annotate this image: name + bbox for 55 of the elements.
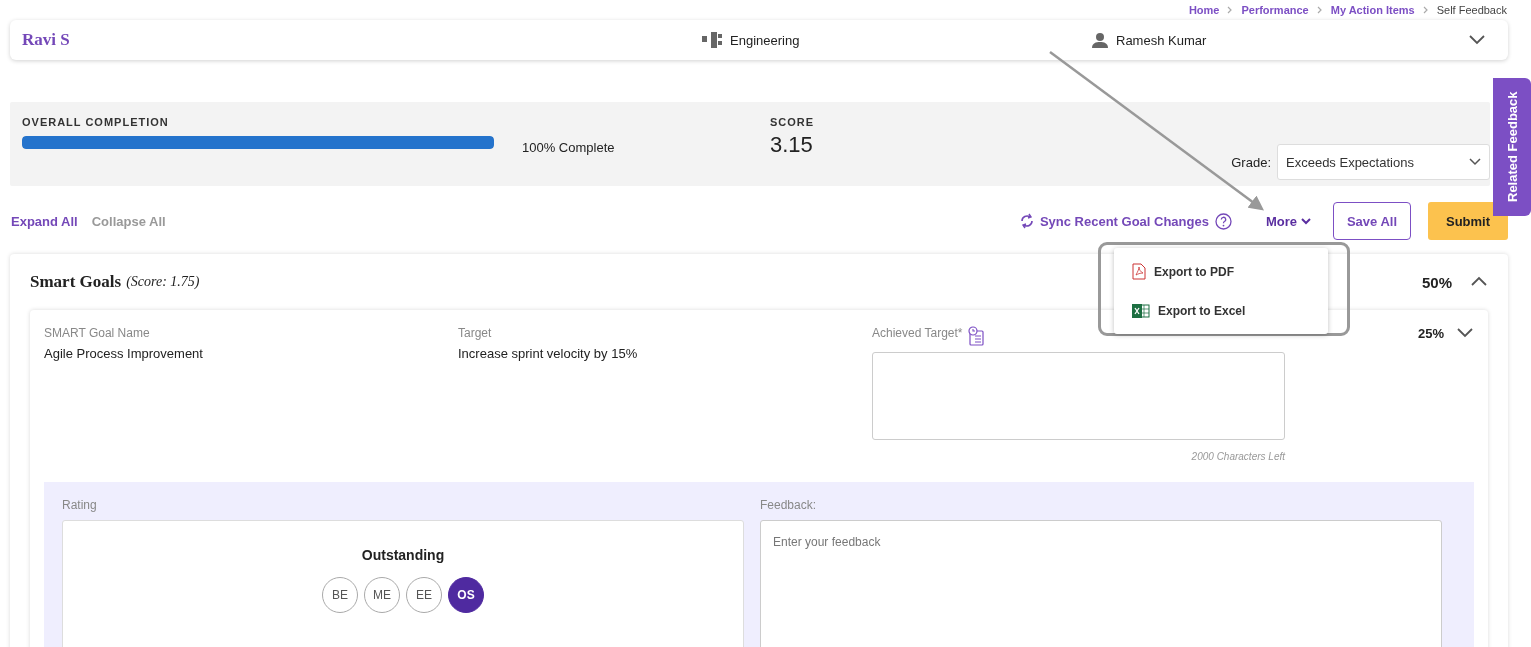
goal-percent: 25% xyxy=(1417,326,1444,343)
completion-reading: 100% Complete xyxy=(522,140,616,157)
rating-label: Rating xyxy=(62,498,98,512)
rating-option[interactable]: OS xyxy=(448,577,484,613)
chevron-icon[interactable] xyxy=(1456,327,1474,338)
grade-label: Grade: xyxy=(1231,154,1271,170)
employee-name: Ravi S xyxy=(22,30,71,50)
section-percent: 50% xyxy=(1421,273,1452,291)
field-label: Target xyxy=(458,326,493,340)
help-icon[interactable] xyxy=(1214,212,1232,230)
feedback-label: Feedback: xyxy=(760,498,818,512)
caret-icon xyxy=(1301,217,1311,225)
expand-all-link[interactable]: Expand All xyxy=(11,213,78,229)
more-button[interactable]: More xyxy=(1265,213,1311,229)
related-feedback-tab[interactable]: Related Feedback xyxy=(1493,78,1531,216)
chevron-icon xyxy=(1469,158,1481,166)
achieved-target-field[interactable] xyxy=(872,352,1285,440)
separator-icon xyxy=(1227,6,1234,14)
grade-select[interactable]: Exceeds Expectations xyxy=(1277,144,1490,180)
breadcrumb-link[interactable]: My Action Items xyxy=(1330,4,1415,16)
goal-target: Increase sprint velocity by 15% xyxy=(458,346,639,361)
rating-option[interactable]: BE xyxy=(322,577,358,613)
section-title: Smart Goals xyxy=(30,272,122,292)
breadcrumb-link[interactable]: Performance xyxy=(1241,4,1309,16)
characters-left: 2000 Characters Left xyxy=(1190,451,1285,462)
manager-name: Ramesh Kumar xyxy=(1116,32,1207,48)
chevron-icon[interactable] xyxy=(1468,33,1486,45)
department: Engineering xyxy=(730,32,800,48)
goal-name: Agile Process Improvement xyxy=(44,346,204,361)
chevron-icon[interactable] xyxy=(1470,275,1488,287)
sync-link[interactable]: Sync Recent Goal Changes xyxy=(1039,213,1209,229)
completion-label: OVERALL COMPLETION xyxy=(22,116,170,128)
score-label: SCORE xyxy=(770,116,816,128)
person-icon xyxy=(1092,32,1108,48)
spreadsheet-icon xyxy=(1132,302,1150,319)
separator-icon xyxy=(1316,6,1323,14)
menu-item[interactable]: Export to Excel xyxy=(1114,302,1328,319)
pdf-icon xyxy=(1132,263,1146,281)
breadcrumb-link[interactable]: Self Feedback xyxy=(1436,4,1507,16)
menu-item[interactable]: Export to PDF xyxy=(1114,263,1328,281)
clipboard-icon[interactable] xyxy=(966,326,985,346)
field-label: Achieved Target* xyxy=(872,326,963,340)
submit-button[interactable]: Submit xyxy=(1428,202,1508,240)
sync-icon[interactable] xyxy=(1019,213,1034,229)
save-all-button[interactable]: Save All xyxy=(1333,202,1411,240)
org-chart-icon xyxy=(702,32,722,48)
rating-option[interactable]: EE xyxy=(406,577,442,613)
feedback-field[interactable]: Enter your feedback xyxy=(760,520,1442,647)
separator-icon xyxy=(1422,6,1429,14)
score-value: 3.15 xyxy=(770,132,814,158)
rating-value: Outstanding xyxy=(361,547,445,563)
field-label: SMART Goal Name xyxy=(44,326,151,340)
breadcrumb-link[interactable]: Home xyxy=(1188,4,1220,16)
section-score: (Score: 1.75) xyxy=(126,274,200,290)
rating-option[interactable]: ME xyxy=(364,577,400,613)
